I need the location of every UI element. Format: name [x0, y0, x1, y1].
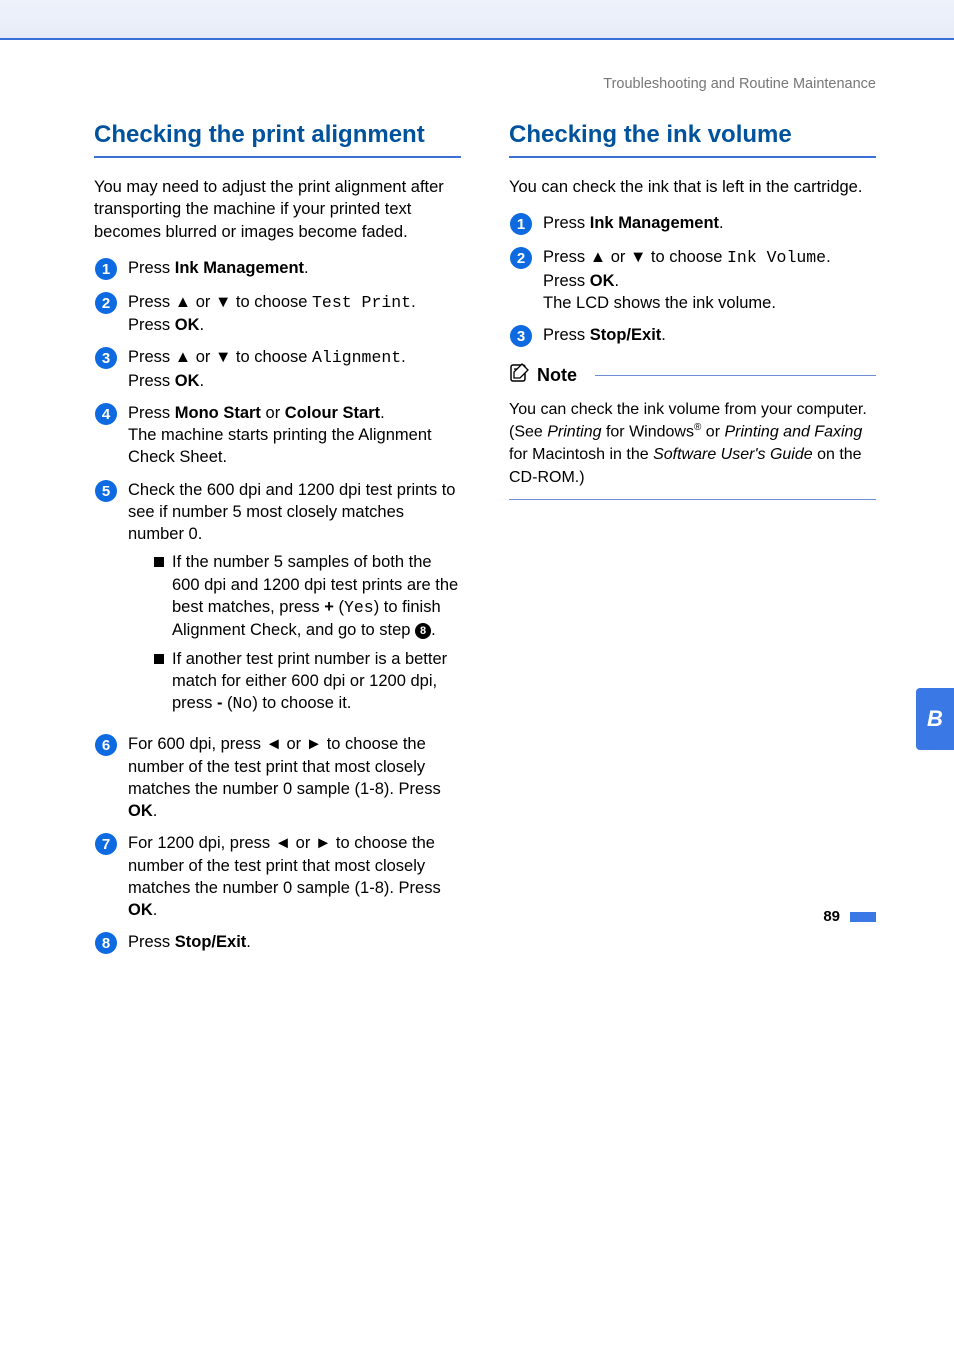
align-step-2: 2 Press ▲ or ▼ to choose Test Print.Pres…: [94, 291, 461, 337]
ink-lead: You can check the ink that is left in th…: [509, 176, 876, 198]
square-bullet-icon: [154, 654, 164, 664]
nested-item: If the number 5 samples of both the 600 …: [154, 551, 461, 641]
step-text: For 1200 dpi, press ◄ or ► to choose the…: [128, 832, 461, 921]
svg-text:3: 3: [102, 350, 110, 367]
section-title-ink: Checking the ink volume: [509, 120, 876, 158]
ink-step-2: 2 Press ▲ or ▼ to choose Ink Volume.Pres…: [509, 246, 876, 314]
svg-text:1: 1: [517, 216, 525, 233]
note-divider: [595, 375, 876, 376]
down-arrow-icon: ▼: [215, 293, 231, 311]
svg-text:8: 8: [102, 935, 110, 952]
left-column: Checking the print alignment You may nee…: [94, 120, 461, 965]
step-bullet-8-icon: 8: [94, 931, 118, 955]
step-bullet-1-icon: 1: [94, 257, 118, 281]
down-arrow-icon: ▼: [215, 348, 231, 366]
svg-text:2: 2: [517, 250, 525, 267]
step-bullet-2-icon: 2: [509, 246, 533, 270]
align-step-8: 8 Press Stop/Exit.: [94, 931, 461, 955]
align-step-3: 3 Press ▲ or ▼ to choose Alignment.Press…: [94, 346, 461, 392]
step-ref-8-icon: 8: [415, 623, 431, 639]
align-step-1: 1 Press Ink Management.: [94, 257, 461, 281]
left-arrow-icon: ◄: [275, 834, 291, 852]
up-arrow-icon: ▲: [175, 293, 191, 311]
svg-text:6: 6: [102, 737, 110, 754]
align-step-5: 5 Check the 600 dpi and 1200 dpi test pr…: [94, 479, 461, 724]
svg-text:4: 4: [102, 406, 111, 423]
svg-text:3: 3: [517, 328, 525, 345]
svg-text:2: 2: [102, 295, 110, 312]
step-bullet-2-icon: 2: [94, 291, 118, 315]
left-arrow-icon: ◄: [266, 735, 282, 753]
section-title-alignment: Checking the print alignment: [94, 120, 461, 158]
page-footer: 89: [823, 908, 876, 925]
svg-text:7: 7: [102, 836, 110, 853]
step-bullet-4-icon: 4: [94, 402, 118, 426]
step-text: Press Ink Management.: [128, 257, 309, 279]
note-label: Note: [537, 365, 577, 386]
running-header: Troubleshooting and Routine Maintenance: [94, 76, 876, 92]
step-bullet-5-icon: 5: [94, 479, 118, 503]
footer-bar-icon: [850, 912, 876, 922]
svg-text:1: 1: [102, 261, 110, 278]
note-pencil-icon: [509, 362, 531, 389]
step-text: For 600 dpi, press ◄ or ► to choose the …: [128, 733, 461, 822]
note-box: Note You can check the ink volume from y…: [509, 362, 876, 500]
step-text: Press ▲ or ▼ to choose Alignment.Press O…: [128, 346, 406, 392]
note-header: Note: [509, 362, 876, 389]
align-step-4: 4 Press Mono Start or Colour Start.The m…: [94, 402, 461, 469]
step-text: Press Ink Management.: [543, 212, 724, 234]
alignment-lead: You may need to adjust the print alignme…: [94, 176, 461, 243]
step-text: Press Mono Start or Colour Start.The mac…: [128, 402, 461, 469]
step-text: Press Stop/Exit.: [128, 931, 251, 953]
step-bullet-1-icon: 1: [509, 212, 533, 236]
nested-item: If another test print number is a better…: [154, 648, 461, 716]
ink-step-3: 3 Press Stop/Exit.: [509, 324, 876, 348]
up-arrow-icon: ▲: [175, 348, 191, 366]
page-body: Troubleshooting and Routine Maintenance …: [0, 40, 954, 965]
step-bullet-3-icon: 3: [94, 346, 118, 370]
up-arrow-icon: ▲: [590, 248, 606, 266]
step-text: Press ▲ or ▼ to choose Ink Volume.Press …: [543, 246, 831, 314]
step-bullet-6-icon: 6: [94, 733, 118, 757]
step-bullet-3-icon: 3: [509, 324, 533, 348]
note-content: You can check the ink volume from your c…: [509, 393, 876, 500]
step-text: Press Stop/Exit.: [543, 324, 666, 346]
align-step-7: 7 For 1200 dpi, press ◄ or ► to choose t…: [94, 832, 461, 921]
right-column: Checking the ink volume You can check th…: [509, 120, 876, 965]
nested-list: If the number 5 samples of both the 600 …: [154, 551, 461, 715]
svg-text:5: 5: [102, 483, 110, 500]
step-bullet-7-icon: 7: [94, 832, 118, 856]
page-number: 89: [823, 908, 840, 925]
step-text: Check the 600 dpi and 1200 dpi test prin…: [128, 479, 461, 724]
square-bullet-icon: [154, 557, 164, 567]
right-arrow-icon: ►: [306, 735, 322, 753]
right-arrow-icon: ►: [315, 834, 331, 852]
two-column-layout: Checking the print alignment You may nee…: [94, 120, 876, 965]
down-arrow-icon: ▼: [630, 248, 646, 266]
thumb-tab: B: [916, 688, 954, 750]
align-step-6: 6 For 600 dpi, press ◄ or ► to choose th…: [94, 733, 461, 822]
step-text: Press ▲ or ▼ to choose Test Print.Press …: [128, 291, 416, 337]
top-band: [0, 0, 954, 40]
ink-step-1: 1 Press Ink Management.: [509, 212, 876, 236]
